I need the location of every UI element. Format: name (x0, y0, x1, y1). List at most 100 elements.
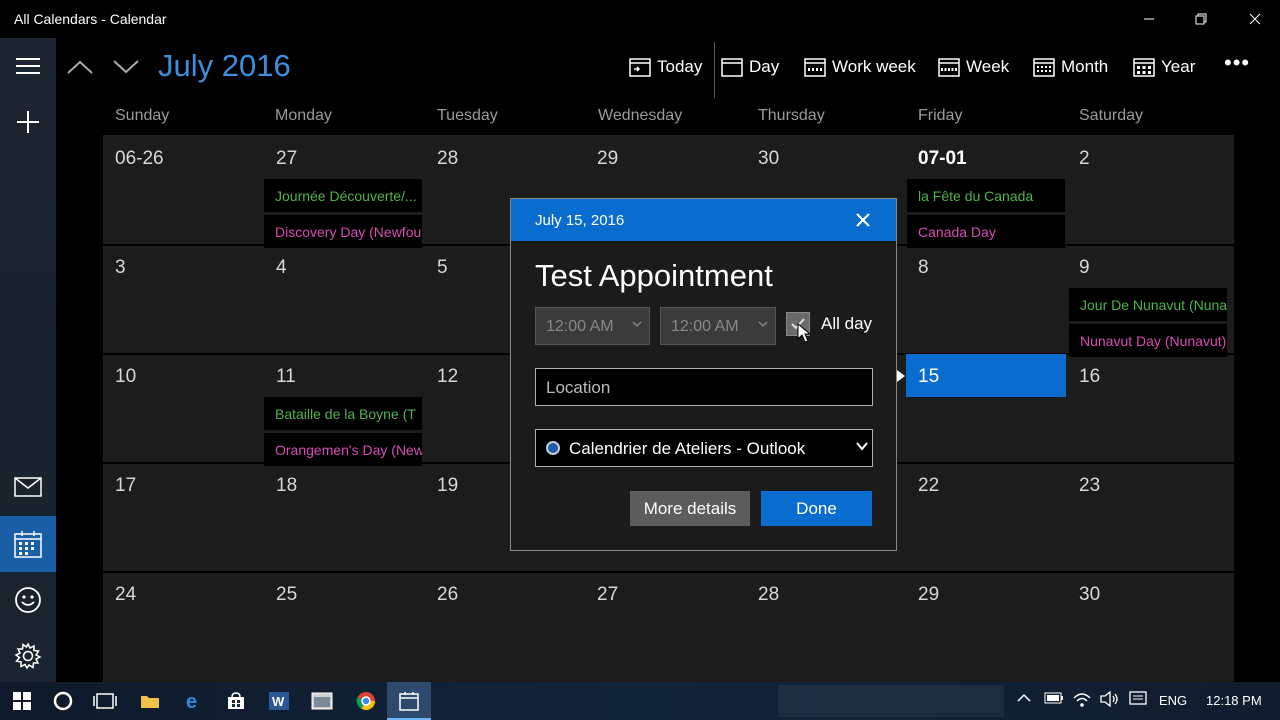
calendar-select[interactable]: Calendrier de Ateliers - Outlook (535, 429, 873, 467)
close-window-button[interactable] (1232, 0, 1278, 38)
people-button[interactable] (0, 572, 56, 628)
calendar-icon (14, 531, 42, 558)
week-view-label: Week (966, 57, 1010, 76)
day-number[interactable]: 8 (918, 257, 929, 279)
settings-button[interactable] (0, 628, 56, 684)
start-time-select[interactable]: 12:00 AM (535, 307, 650, 345)
task-view-button[interactable] (83, 682, 127, 720)
day-number[interactable]: 11 (276, 366, 296, 388)
day-number[interactable]: 27 (597, 584, 618, 606)
day-number[interactable]: 29 (918, 584, 939, 606)
month-title[interactable]: July 2016 (158, 48, 291, 84)
cortana-button[interactable] (41, 682, 85, 720)
more-options-button[interactable]: ••• (1224, 50, 1250, 76)
day-number[interactable]: 06-26 (115, 148, 164, 170)
mail-button[interactable] (0, 459, 56, 515)
start-button[interactable] (0, 682, 44, 720)
week-view-button[interactable]: Week (938, 52, 1009, 82)
clock[interactable]: 12:18 PM (1206, 693, 1262, 708)
month-view-button[interactable]: Month (1033, 52, 1108, 82)
day-number[interactable]: 28 (758, 584, 779, 606)
day-number[interactable]: 9 (1079, 257, 1090, 279)
restore-button[interactable] (1178, 0, 1224, 38)
day-number[interactable]: 27 (276, 148, 297, 170)
word-button[interactable]: W (257, 682, 301, 720)
event-title-input[interactable]: Test Appointment (535, 258, 773, 294)
day-number[interactable]: 5 (437, 257, 448, 279)
calendar-button[interactable] (0, 516, 56, 572)
day-number[interactable]: 24 (115, 584, 136, 606)
day-number[interactable]: 30 (1079, 584, 1100, 606)
cortana-icon (53, 691, 73, 711)
day-number[interactable]: 2 (1079, 148, 1090, 170)
action-center-button[interactable] (1129, 691, 1147, 710)
calendar-event[interactable]: Nunavut Day (Nunavut) (1069, 324, 1227, 357)
quick-event-popup: July 15, 2016 Test Appointment 12:00 AM … (510, 198, 897, 551)
weekday-header: Saturday (1079, 107, 1144, 124)
day-number[interactable]: 28 (437, 148, 458, 170)
calendar-event[interactable]: Bataille de la Boyne (T (264, 397, 422, 430)
day-number[interactable]: 17 (115, 475, 136, 497)
volume-indicator[interactable] (1099, 690, 1121, 711)
input-language[interactable]: ENG (1159, 693, 1187, 708)
calendar-event[interactable]: Jour De Nunavut (Nunavut) (1069, 288, 1227, 321)
day-number[interactable]: 3 (115, 257, 126, 279)
month-view-label: Month (1061, 57, 1109, 76)
day-view-button[interactable]: Day (721, 52, 779, 82)
chrome-button[interactable] (344, 682, 388, 720)
day-number[interactable]: 26 (437, 584, 458, 606)
day-number[interactable]: 15 (918, 366, 939, 388)
year-view-button[interactable]: Year (1133, 52, 1195, 82)
day-number[interactable]: 4 (276, 257, 287, 279)
day-number[interactable]: 22 (918, 475, 939, 497)
today-icon (629, 58, 651, 77)
month-view-icon (1033, 58, 1055, 77)
day-number[interactable]: 23 (1079, 475, 1100, 497)
file-explorer-button[interactable] (128, 682, 172, 720)
start-time-value: 12:00 AM (546, 318, 614, 335)
edge-button[interactable]: e (171, 682, 215, 720)
calendar-event[interactable]: la Fête du Canada (907, 179, 1065, 212)
day-number[interactable]: 10 (115, 366, 136, 388)
day-number[interactable]: 25 (276, 584, 297, 606)
weekday-header: Thursday (758, 107, 825, 124)
day-number[interactable]: 07-01 (918, 148, 967, 170)
popup-close-button[interactable] (847, 205, 879, 235)
gear-icon (14, 642, 42, 670)
calendar-event[interactable]: Canada Day (907, 215, 1065, 248)
hamburger-icon (16, 58, 40, 74)
day-number[interactable]: 19 (437, 475, 458, 497)
store-button[interactable] (214, 682, 258, 720)
calendar-event[interactable]: Orangemen's Day (Newfoundland) (264, 433, 422, 466)
end-time-select[interactable]: 12:00 AM (660, 307, 776, 345)
all-day-label[interactable]: All day (821, 314, 872, 334)
network-indicator[interactable] (1072, 690, 1092, 711)
new-event-button[interactable] (0, 94, 56, 150)
calendar-event[interactable]: Journée Découverte/... (264, 179, 422, 212)
photos-app-button[interactable] (300, 682, 344, 720)
day-number[interactable]: 29 (597, 148, 618, 170)
done-button[interactable]: Done (761, 491, 872, 526)
show-hidden-icons-button[interactable] (1016, 690, 1032, 709)
location-placeholder: Location (546, 378, 611, 397)
day-number[interactable]: 18 (276, 475, 297, 497)
battery-indicator[interactable] (1044, 692, 1064, 707)
minimize-button[interactable] (1126, 0, 1172, 38)
hamburger-menu-button[interactable] (0, 38, 56, 94)
day-number[interactable]: 12 (437, 366, 458, 388)
next-month-button[interactable] (108, 52, 144, 82)
work-week-icon (804, 58, 826, 77)
more-details-button[interactable]: More details (630, 491, 750, 526)
day-number[interactable]: 30 (758, 148, 779, 170)
calendar-taskbar-button[interactable] (387, 682, 431, 720)
chrome-icon (356, 692, 375, 711)
calendar-event[interactable]: Discovery Day (Newfoundland) (264, 215, 422, 248)
previous-month-button[interactable] (62, 52, 98, 82)
mouse-cursor-icon (797, 323, 811, 343)
location-field[interactable]: Location (535, 368, 873, 406)
day-number[interactable]: 16 (1079, 366, 1100, 388)
speaker-icon (1100, 690, 1118, 708)
work-week-view-button[interactable]: Work week (804, 52, 916, 82)
wifi-icon (1073, 693, 1091, 707)
today-button[interactable]: Today (629, 52, 702, 82)
